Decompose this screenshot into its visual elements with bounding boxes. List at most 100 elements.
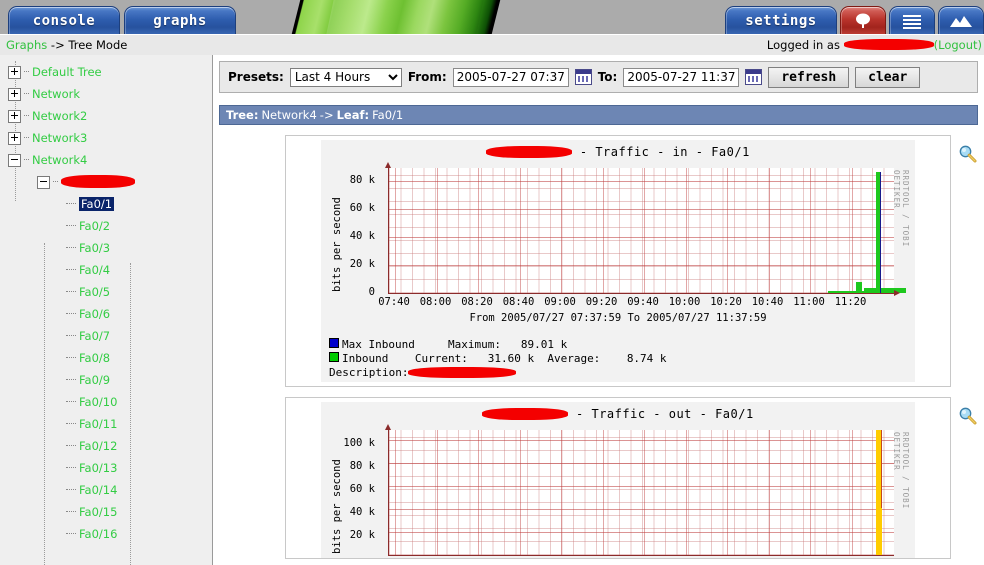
tree-collapse-icon[interactable] [37, 175, 50, 189]
sidebar-item-redacted[interactable] [0, 171, 212, 193]
legend-row-in-1: Inbound Current: 31.60 k Average: 8.74 k [329, 352, 667, 365]
sidebar-item-label[interactable] [61, 175, 135, 189]
clear-button[interactable]: clear [855, 66, 921, 88]
presets-select[interactable]: Last 4 Hours [289, 67, 402, 87]
y-tick-in-0: 0 [368, 286, 375, 298]
tab-console[interactable]: console [8, 6, 120, 34]
tree-connector [66, 533, 76, 535]
sidebar-item-label[interactable]: Fa0/16 [79, 527, 117, 541]
tab-tree-view[interactable] [840, 6, 886, 34]
sidebar-item-label[interactable]: Fa0/4 [79, 263, 110, 277]
sidebar-item-fa0-6[interactable]: Fa0/6 [0, 303, 212, 325]
legend-spacer-in-1c [534, 352, 547, 365]
sidebar-item-fa0-10[interactable]: Fa0/10 [0, 391, 212, 413]
sidebar-item-label[interactable]: Fa0/7 [79, 329, 110, 343]
gridline-h [389, 486, 894, 487]
legend-spacer-in-1 [388, 352, 415, 365]
tab-settings[interactable]: settings [725, 6, 837, 34]
sidebar-item-fa0-12[interactable]: Fa0/12 [0, 435, 212, 457]
logged-in-label: Logged in as [766, 38, 844, 52]
tree-expand-icon[interactable] [8, 131, 21, 145]
sidebar-item-fa0-16[interactable]: Fa0/16 [0, 523, 212, 545]
sidebar-item-label[interactable]: Fa0/5 [79, 285, 110, 299]
tab-graphs[interactable]: graphs [124, 6, 236, 34]
gridline-v [810, 168, 811, 293]
tree-collapse-icon[interactable] [8, 153, 21, 167]
sidebar-item-label[interactable]: Default Tree [32, 65, 102, 79]
main-body: Default Tree Network Network2 Network3 Netwo… [0, 55, 984, 565]
sidebar-item-label[interactable]: Fa0/15 [79, 505, 117, 519]
breadcrumb-link-graphs[interactable]: Graphs [6, 38, 47, 52]
sidebar-item-fa0-2[interactable]: Fa0/2 [0, 215, 212, 237]
legend-row-in-0: Max Inbound Maximum: 89.01 k [329, 338, 567, 351]
presets-label: Presets: [228, 70, 284, 84]
legend-spacer-in-0 [415, 338, 448, 351]
sidebar-item-network2[interactable]: Network2 [0, 105, 212, 127]
calendar-icon-from[interactable] [574, 69, 592, 85]
gridline-v [478, 168, 479, 293]
sidebar-item-label[interactable]: Fa0/11 [79, 417, 117, 431]
sidebar-item-label[interactable]: Fa0/6 [79, 307, 110, 321]
sidebar-item-label[interactable]: Fa0/3 [79, 241, 110, 255]
sidebar-item-network3[interactable]: Network3 [0, 127, 212, 149]
sidebar-item-fa0-5[interactable]: Fa0/5 [0, 281, 212, 303]
sidebar-item-network4[interactable]: Network4 [0, 149, 212, 171]
sidebar-item-fa0-11[interactable]: Fa0/11 [0, 413, 212, 435]
sidebar-item-label[interactable]: Network [32, 87, 80, 101]
breadcrumb: Graphs -> Tree Mode [6, 38, 127, 52]
sidebar-item-label[interactable]: Fa0/2 [79, 219, 110, 233]
sidebar-item-fa0-4[interactable]: Fa0/4 [0, 259, 212, 281]
sidebar-item-label[interactable]: Fa0/14 [79, 483, 117, 497]
gridline-h [389, 463, 894, 464]
sidebar-item-fa0-14[interactable]: Fa0/14 [0, 479, 212, 501]
y-tick-out-0: 20 k [349, 529, 375, 541]
sidebar-item-fa0-9[interactable]: Fa0/9 [0, 369, 212, 391]
sidebar-item-label[interactable]: Network3 [32, 131, 87, 145]
sidebar-item-fa0-15[interactable]: Fa0/15 [0, 501, 212, 523]
sidebar-item-fa0-8[interactable]: Fa0/8 [0, 347, 212, 369]
sidebar-item-fa0-3[interactable]: Fa0/3 [0, 237, 212, 259]
x-range-caption-in: From 2005/07/27 07:37:59 To 2005/07/27 1… [469, 312, 767, 324]
sidebar-item-fa0-1[interactable]: Fa0/1 [0, 193, 212, 215]
sidebar-item-label[interactable]: Network4 [32, 153, 87, 167]
tree-connector [66, 511, 76, 513]
tree-list: Default Tree Network Network2 Network3 Netwo… [0, 55, 212, 545]
tree-value: Network4 [261, 108, 317, 122]
sidebar-item-label[interactable]: Fa0/13 [79, 461, 117, 475]
tree-expand-icon[interactable] [8, 109, 21, 123]
sidebar-item-default-tree[interactable]: Default Tree [0, 61, 212, 83]
tree-guide-line-3 [130, 263, 131, 565]
plot-area-in [388, 168, 906, 294]
logout-link[interactable]: (Logout) [934, 38, 982, 52]
tree-label: Tree: [226, 108, 259, 122]
to-date-input[interactable] [623, 67, 740, 87]
legend-stat-value-max-inbound: 89.01 k [520, 338, 568, 351]
data-max-line-in [880, 171, 882, 293]
x-tick-in-11: 11:20 [834, 296, 867, 308]
sidebar-item-fa0-13[interactable]: Fa0/13 [0, 457, 212, 479]
sidebar-item-label[interactable]: Fa0/1 [79, 197, 115, 211]
sidebar-item-label[interactable]: Network2 [32, 109, 87, 123]
sidebar-item-label[interactable]: Fa0/8 [79, 351, 110, 365]
tab-list-view[interactable] [889, 6, 935, 34]
sidebar-item-network[interactable]: Network [0, 83, 212, 105]
magnifier-icon-in[interactable] [959, 145, 977, 163]
tree-expand-icon[interactable] [8, 65, 21, 79]
calendar-icon-to[interactable] [745, 69, 763, 85]
tree-connector [24, 71, 29, 73]
sidebar-item-label[interactable]: Fa0/9 [79, 373, 110, 387]
breadcrumb-current: Tree Mode [68, 38, 128, 52]
gridline-h [389, 509, 894, 510]
sidebar-item-label[interactable]: Fa0/10 [79, 395, 117, 409]
refresh-button[interactable]: refresh [768, 66, 850, 88]
tree-expand-icon[interactable] [8, 87, 21, 101]
from-date-input[interactable] [452, 67, 569, 87]
sidebar-item-label[interactable]: Fa0/12 [79, 439, 117, 453]
magnifier-icon-out[interactable] [959, 407, 977, 425]
sidebar-item-fa0-7[interactable]: Fa0/7 [0, 325, 212, 347]
tree-connector [66, 335, 76, 337]
legend-stat-label-inbound: Current: [414, 352, 468, 365]
tree-connector [66, 313, 76, 315]
tab-preview-view[interactable] [938, 6, 984, 34]
graph-box-in: - Traffic - in - Fa0/1 bits per second 0… [285, 135, 951, 387]
